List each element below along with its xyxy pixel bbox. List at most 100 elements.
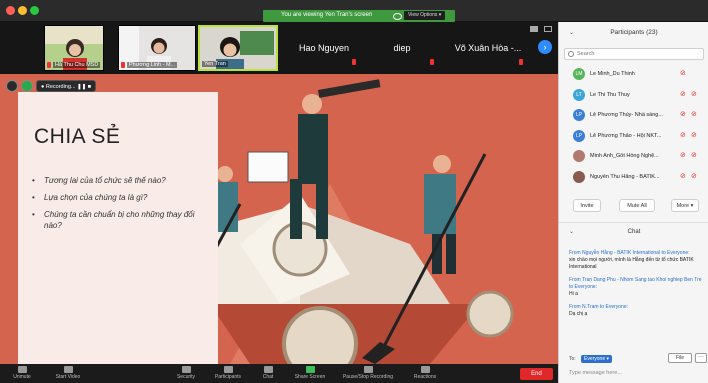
share-arrow-icon (305, 366, 315, 373)
chat-message-text: Hi a (569, 291, 578, 297)
security-button[interactable]: Security (166, 366, 206, 380)
video-off-icon: ⊘ (691, 90, 697, 98)
shield-icon (181, 366, 191, 373)
video-tile-voxuanhoa[interactable]: Võ Xuân Hòa -... (445, 25, 531, 71)
participant-search-input[interactable]: Search (564, 48, 704, 60)
gallery-view-icon[interactable] (530, 26, 538, 32)
participant-name: Võ Xuân Hòa -... (454, 43, 522, 53)
start-video-label: Start Video (55, 374, 81, 380)
close-window-button[interactable] (6, 6, 15, 15)
participant-name: Hà Thu Chu MSD (53, 62, 101, 68)
mic-muted-icon (430, 59, 434, 65)
chevron-down-icon[interactable]: ⌄ (569, 225, 574, 239)
more-button[interactable]: More ▾ (671, 199, 699, 212)
next-page-button[interactable]: › (538, 40, 552, 54)
viewing-screen-text: You are viewing Yen Tran's screen (281, 12, 373, 18)
participants-button[interactable]: Participants (208, 366, 248, 380)
recording-status[interactable]: ● Recording... ❚❚ ■ (36, 79, 97, 92)
chat-message-input[interactable]: Type message here... (569, 370, 622, 376)
video-strip: Hà Thu Chu MSD Phương Linh - M... Yen Tr… (0, 22, 558, 74)
chat-message-sender[interactable]: From Tran Dang Phu - Nhom Sang tao Khoi … (569, 277, 704, 291)
to-label: To: (569, 356, 576, 362)
mic-muted-icon (47, 62, 51, 68)
reactions-button[interactable]: Reactions (405, 366, 445, 380)
chat-title: Chat (627, 229, 641, 235)
unmute-button[interactable]: Unmute (2, 366, 42, 380)
zoom-window: You are viewing Yen Tran's screen View O… (0, 0, 708, 383)
recording-bar: ● Recording... ❚❚ ■ (6, 79, 97, 92)
pause-stop-recording-button[interactable]: Pause/Stop Recording (340, 366, 396, 380)
file-button[interactable]: File (668, 353, 692, 363)
recipient-select[interactable]: Everyone ▾ (581, 355, 613, 363)
chat-message-text: xin chào mọi người, mình là Hằng đến từ … (569, 257, 694, 270)
participant-row[interactable]: Nguyễn Thu Hằng - BATIK... ⊘ ⊘ (559, 167, 708, 188)
smiley-icon (420, 366, 430, 373)
view-options-button[interactable]: View Options ▾ (404, 11, 446, 20)
mic-muted-icon (352, 59, 356, 65)
video-thumb-hathu[interactable]: Hà Thu Chu MSD (44, 25, 104, 71)
participant-row[interactable]: LM Le Minh_Du Thinh ⊘ (559, 64, 708, 85)
maximize-window-button[interactable] (30, 6, 39, 15)
chat-messages: From Nguyễn Hằng - BATIK International t… (569, 250, 704, 324)
slide-bullet: Tương lai của tổ chức sẽ thế nào? (32, 175, 207, 186)
video-off-icon: ⊘ (691, 111, 697, 118)
start-video-button[interactable]: Start Video (48, 366, 88, 380)
mic-muted-icon: ⊘ (680, 70, 686, 77)
security-shield-icon[interactable] (21, 79, 33, 92)
share-screen-label: Share Screen (294, 374, 326, 380)
participant-row[interactable]: LT Le Thi Thu Thuy ⊘ ⊘ (559, 85, 708, 106)
share-screen-button[interactable]: Share Screen (290, 366, 330, 380)
mic-muted-icon: ⊘ (680, 152, 686, 159)
video-off-icon (63, 366, 73, 373)
chat-header: ⌄ Chat (559, 225, 708, 239)
video-tile-haonguyen[interactable]: Hao Nguyen (284, 25, 364, 71)
panel-divider (559, 222, 708, 223)
recording-label: Recording... (45, 83, 76, 90)
mic-muted-icon: ⊘ (680, 111, 686, 118)
reactions-label: Reactions (413, 374, 437, 380)
participant-name: Minh Anh_Gốt Hồng Nghệ... (590, 153, 659, 159)
participant-name: Nguyễn Thu Hằng - BATIK... (590, 173, 660, 180)
shared-screen: CHIA SẺ Tương lai của tổ chức sẽ thế nào… (0, 74, 558, 364)
participant-row[interactable]: Minh Anh_Gốt Hồng Nghệ... ⊘ ⊘ (559, 146, 708, 167)
minimize-window-button[interactable] (18, 6, 27, 15)
chat-message: From Nguyễn Hằng - BATIK International t… (569, 250, 704, 271)
recording-control-label: Pause/Stop Recording (342, 374, 394, 380)
more-options-button[interactable]: ··· (695, 353, 707, 363)
video-off-icon: ⊘ (691, 152, 697, 159)
video-thumb-phuonglinh[interactable]: Phương Linh - M... (118, 25, 196, 71)
chat-message: From N.Tram to Everyone: Dạ chị ạ (569, 304, 704, 318)
video-thumb-yentran[interactable]: Yen Tran (198, 25, 278, 71)
avatar: LM (573, 68, 585, 80)
participant-name: Lê Phương Thảo - Hội NKT... (590, 132, 662, 139)
mic-muted-icon (17, 366, 27, 373)
participants-title: Participants (23) (610, 29, 658, 36)
participant-name: diep (393, 43, 411, 53)
avatar: LT (573, 88, 585, 101)
mic-muted-icon: ⊘ (680, 131, 686, 139)
video-off-icon: ⊘ (691, 172, 697, 180)
mute-all-button[interactable]: Mute All (619, 199, 655, 212)
participant-actions: Invite Mute All More ▾ (559, 199, 708, 213)
avatar: LP (573, 129, 585, 142)
chat-message-sender[interactable]: From N.Tram to Everyone: (569, 304, 704, 311)
invite-button[interactable]: Invite (573, 199, 601, 212)
video-tile-diep[interactable]: diep (362, 25, 442, 71)
fullscreen-icon[interactable] (544, 26, 552, 32)
people-icon (223, 366, 233, 373)
avatar (573, 170, 585, 183)
chevron-down-icon[interactable]: ⌄ (569, 22, 574, 44)
chat-label: Chat (262, 374, 274, 380)
chat-message-sender[interactable]: From Nguyễn Hằng - BATIK International t… (569, 250, 704, 257)
participant-name: Le Thi Thu Thuy (590, 91, 630, 98)
end-meeting-button[interactable]: End (520, 368, 553, 380)
slide-title: CHIA SẺ (34, 125, 121, 148)
video-off-icon: ⊘ (691, 131, 697, 139)
participant-row[interactable]: LP Lê Phương Thủy- Nhà sáng... ⊘ ⊘ (559, 105, 708, 126)
info-icon[interactable] (6, 79, 18, 92)
chat-button[interactable]: Chat (248, 366, 288, 380)
security-label: Security (176, 374, 196, 380)
chat-bubble-icon (263, 366, 273, 373)
participant-row[interactable]: LP Lê Phương Thảo - Hội NKT... ⊘ ⊘ (559, 126, 708, 147)
slide-text-card: CHIA SẺ Tương lai của tổ chức sẽ thế nào… (18, 92, 218, 364)
